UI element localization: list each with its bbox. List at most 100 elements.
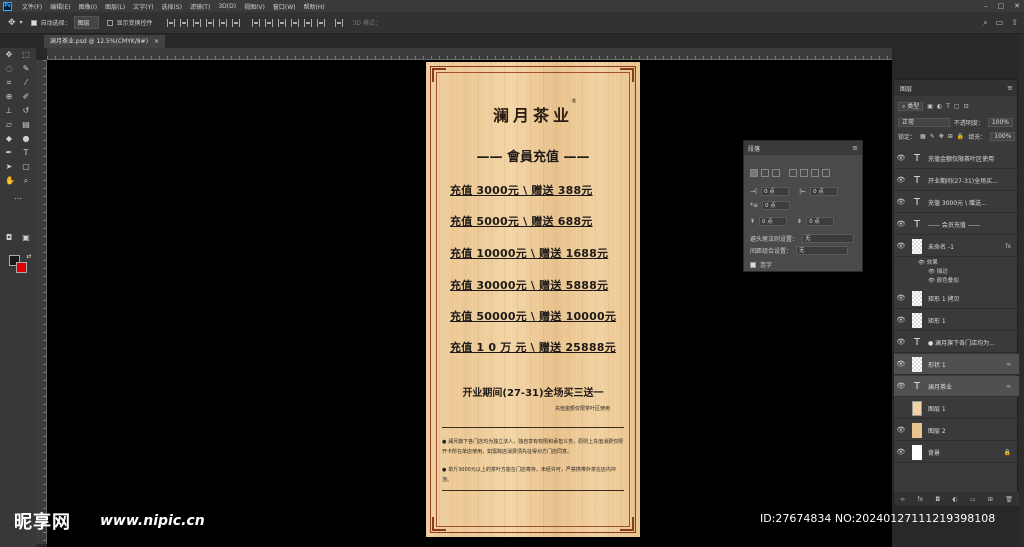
lock-artboard-icon[interactable]: ⊞ xyxy=(948,133,953,140)
layer-row[interactable]: 👁 背景 🔒 xyxy=(894,442,1019,463)
distribute-right-icon[interactable] xyxy=(316,18,325,27)
align-top-icon[interactable] xyxy=(205,18,214,27)
visibility-eye-icon[interactable]: 👁 xyxy=(894,154,908,162)
layer-row[interactable]: 👁 矩形 1 xyxy=(894,310,1019,331)
justify-all-icon[interactable] xyxy=(822,169,830,177)
layer-filter-select[interactable]: ⌕ 类型 xyxy=(898,102,924,111)
new-adjustment-icon[interactable]: ◐ xyxy=(952,496,957,503)
clone-stamp-tool-icon[interactable]: ⊥ xyxy=(5,107,13,115)
distribute-center-icon[interactable] xyxy=(303,18,312,27)
layer-row[interactable]: 👁 矩形 1 拷贝 xyxy=(894,288,1019,309)
layer-row[interactable]: 👁 图层 2 xyxy=(894,420,1019,441)
search-icon[interactable]: ⌕ xyxy=(983,19,987,27)
filter-type-icon[interactable]: T xyxy=(946,103,950,110)
share-icon[interactable]: ⇪ xyxy=(1011,19,1018,27)
poster-artwork[interactable]: 澜月茶业 ® —— 會員充值 —— 充值 3000元 \ 赠送 388元 充值 … xyxy=(426,62,640,537)
tab-paragraph[interactable]: 段落 xyxy=(748,144,760,153)
lock-paint-icon[interactable]: ✎ xyxy=(930,133,935,140)
panel-menu-icon[interactable]: ≡ xyxy=(1007,84,1013,92)
quick-mask-icon[interactable]: ◘ xyxy=(5,234,13,242)
blend-mode-select[interactable]: 正常 xyxy=(898,118,950,127)
delete-layer-icon[interactable]: 🗑 xyxy=(1005,496,1013,503)
healing-brush-tool-icon[interactable]: ⊕ xyxy=(5,93,13,101)
visibility-eye-icon[interactable]: 👁 xyxy=(894,176,908,184)
visibility-eye-icon[interactable]: 👁 xyxy=(894,426,908,434)
add-style-icon[interactable]: fx xyxy=(917,496,923,503)
show-transform-checkbox[interactable] xyxy=(106,19,113,26)
align-left-icon[interactable] xyxy=(166,18,175,27)
indent-first-line-field[interactable]: 0 点 xyxy=(762,201,791,210)
visibility-eye-icon[interactable]: 👁 xyxy=(894,338,908,346)
menu-edit[interactable]: 编辑(E) xyxy=(46,2,74,11)
brush-tool-icon[interactable]: ✐ xyxy=(22,93,30,101)
tab-layers[interactable]: 图层 xyxy=(900,84,912,93)
effects-item[interactable]: 👁 效果 xyxy=(918,258,938,266)
move-tool-icon[interactable]: ✥ xyxy=(5,51,13,59)
gradient-tool-icon[interactable]: ▤ xyxy=(22,121,30,129)
type-tool-icon[interactable]: T xyxy=(22,149,30,157)
link-layers-icon[interactable]: ∞ xyxy=(900,496,905,503)
tool-preset-chevron-icon[interactable]: ▾ xyxy=(20,19,23,26)
menu-filter[interactable]: 滤镜(T) xyxy=(186,2,214,11)
layer-row[interactable]: 👁 T —— 会员充值 —— xyxy=(894,214,1019,235)
menu-help[interactable]: 帮助(H) xyxy=(300,2,329,11)
distribute-bottom-icon[interactable] xyxy=(277,18,286,27)
layer-row[interactable]: 👁 形状 1 ∞ xyxy=(894,354,1019,375)
distribute-top-icon[interactable] xyxy=(251,18,260,27)
lock-pixels-icon[interactable]: ▦ xyxy=(920,133,926,140)
hand-tool-icon[interactable]: ✋ xyxy=(5,177,15,185)
filter-pixel-icon[interactable]: ▣ xyxy=(927,103,933,110)
minimize-icon[interactable]: – xyxy=(984,2,988,10)
screen-mode-icon[interactable]: ▣ xyxy=(22,234,30,242)
visibility-eye-icon[interactable]: 👁 xyxy=(894,448,908,456)
auto-align-icon[interactable] xyxy=(334,18,343,27)
move-tool-icon[interactable]: ✥ xyxy=(8,18,16,28)
distribute-left-icon[interactable] xyxy=(290,18,299,27)
crop-tool-icon[interactable]: ⌗ xyxy=(5,79,13,87)
menu-view[interactable]: 视图(V) xyxy=(240,2,269,11)
align-middle-icon[interactable] xyxy=(218,18,227,27)
shape-tool-icon[interactable]: ▢ xyxy=(22,163,30,171)
blur-tool-icon[interactable]: ◆ xyxy=(5,135,13,143)
layer-row[interactable]: 👁 T 充值金额仅限茶叶区使用 xyxy=(894,148,1019,169)
visibility-eye-icon[interactable]: 👁 xyxy=(894,382,908,390)
layer-row[interactable]: 图层 1 xyxy=(894,398,1019,419)
align-center-text-icon[interactable] xyxy=(761,169,769,177)
align-right-icon[interactable] xyxy=(192,18,201,27)
layer-row[interactable]: 👁 T 开业期间(27-31)全场买... xyxy=(894,170,1019,191)
align-bottom-icon[interactable] xyxy=(231,18,240,27)
justify-last-left-icon[interactable] xyxy=(789,169,797,177)
visibility-eye-icon[interactable]: 👁 xyxy=(894,220,908,228)
layer-row[interactable]: 👁 T 充值 3000元 \ 赠送... xyxy=(894,192,1019,213)
add-mask-icon[interactable]: ◘ xyxy=(935,496,940,503)
marquee-tool-icon[interactable]: ⬚ xyxy=(22,51,30,59)
effect-stroke-item[interactable]: 👁 描边 xyxy=(928,267,948,275)
menu-window[interactable]: 窗口(W) xyxy=(269,2,300,11)
visibility-eye-icon[interactable]: 👁 xyxy=(894,316,908,324)
new-group-icon[interactable]: ▭ xyxy=(970,496,976,503)
visibility-eye-icon[interactable]: 👁 xyxy=(894,242,908,250)
menu-layer[interactable]: 图层(L) xyxy=(101,2,129,11)
effect-color-overlay-item[interactable]: 👁 颜色叠加 xyxy=(928,276,959,284)
lock-move-icon[interactable]: ✥ xyxy=(939,133,944,140)
filter-smart-icon[interactable]: ⊡ xyxy=(964,103,969,110)
quick-select-tool-icon[interactable]: ✎ xyxy=(22,65,30,73)
zoom-tool-icon[interactable]: ⌕ xyxy=(22,177,30,185)
lock-all-icon[interactable]: 🔒 xyxy=(957,133,964,140)
menu-select[interactable]: 选择(S) xyxy=(157,2,186,11)
menu-3d[interactable]: 3D(D) xyxy=(214,3,240,10)
eyedropper-tool-icon[interactable]: ⁄ xyxy=(22,79,30,87)
mojikumi-select[interactable]: 无 xyxy=(796,246,849,255)
align-center-h-icon[interactable] xyxy=(179,18,188,27)
menu-file[interactable]: 文件(F) xyxy=(18,2,46,11)
maximize-icon[interactable]: □ xyxy=(998,2,1005,10)
lasso-tool-icon[interactable]: ◌ xyxy=(5,65,13,73)
kinsoku-select[interactable]: 无 xyxy=(802,234,855,243)
space-before-field[interactable]: 0 点 xyxy=(759,217,788,226)
visibility-eye-icon[interactable]: 👁 xyxy=(894,360,908,368)
opacity-field[interactable]: 100% xyxy=(987,118,1013,127)
layer-row[interactable]: 👁 T ● 澜月旗下各门店均为... xyxy=(894,332,1019,353)
fill-field[interactable]: 100% xyxy=(990,132,1016,141)
pen-tool-icon[interactable]: ✒ xyxy=(5,149,13,157)
filter-adjust-icon[interactable]: ◐ xyxy=(937,103,942,110)
